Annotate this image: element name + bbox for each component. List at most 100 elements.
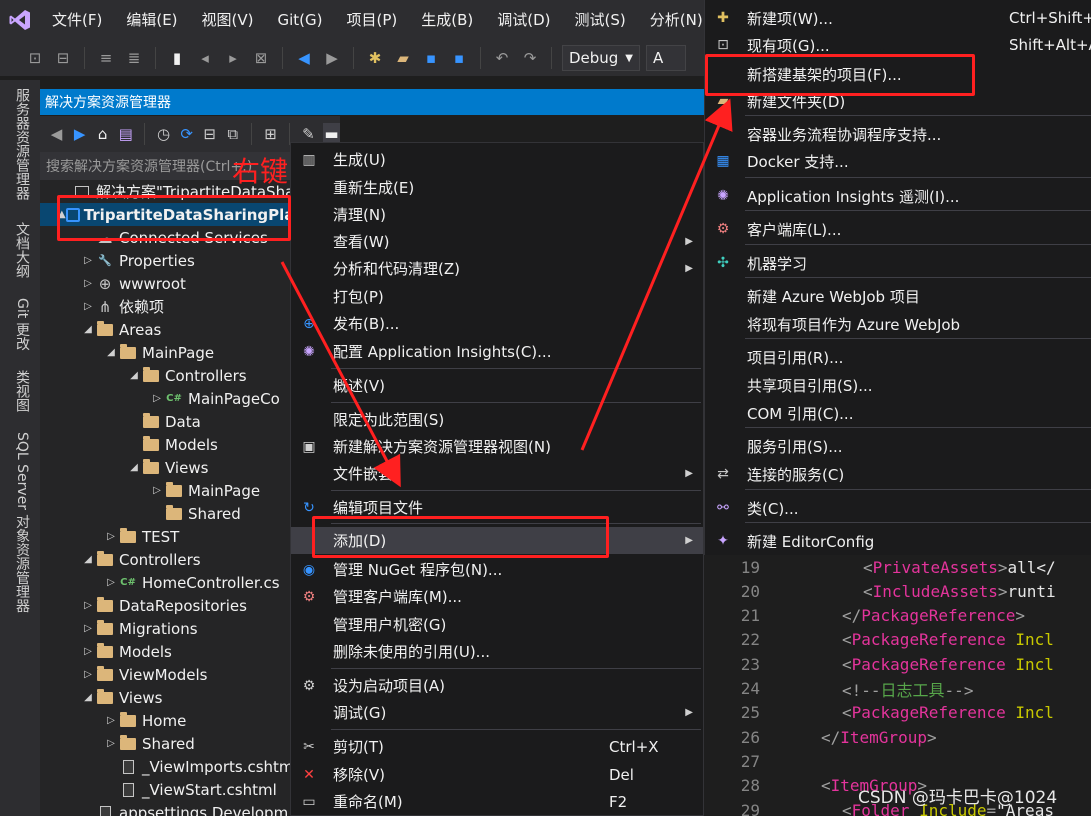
context-menu-item[interactable]: ✕ 移除(V) Del bbox=[291, 761, 703, 788]
add-submenu-item[interactable]: 容器业务流程协调程序支持... bbox=[705, 120, 1091, 148]
expand-chevron-icon[interactable]: ▷ bbox=[150, 393, 164, 404]
add-submenu-item[interactable]: 新建 Azure WebJob 项目 bbox=[705, 282, 1091, 310]
add-submenu-item[interactable]: ✣ 机器学习 bbox=[705, 249, 1091, 277]
tree-item[interactable]: ▷ C# HomeController.cs bbox=[40, 571, 279, 594]
expand-chevron-icon[interactable]: ◢ bbox=[104, 347, 118, 358]
expand-chevron-icon[interactable]: ◢ bbox=[81, 554, 95, 565]
menu-item-3[interactable]: Git(G) bbox=[266, 0, 335, 40]
preview-icon[interactable]: ⊞ bbox=[262, 123, 279, 145]
expand-chevron-icon[interactable]: ◢ bbox=[127, 370, 141, 381]
tree-item[interactable]: _ViewImports.cshtml bbox=[40, 755, 290, 778]
context-menu-item[interactable]: 限定为此范围(S) bbox=[291, 406, 703, 433]
tree-item[interactable]: ◢ MainPage bbox=[40, 341, 214, 364]
expand-chevron-icon[interactable]: ▷ bbox=[104, 715, 118, 726]
context-menu-item[interactable]: ⚙ 管理客户端库(M)... bbox=[291, 583, 703, 610]
tab-server-explorer[interactable]: 服务器资源管理器 bbox=[12, 88, 32, 200]
context-menu-item[interactable]: ✂ 剪切(T) Ctrl+X bbox=[291, 733, 703, 760]
expand-chevron-icon[interactable]: ▷ bbox=[81, 623, 95, 634]
menu-item-1[interactable]: 编辑(E) bbox=[114, 0, 189, 40]
add-submenu-item[interactable]: 项目引用(R)... bbox=[705, 343, 1091, 371]
tree-item[interactable]: ▷ TEST bbox=[40, 525, 179, 548]
context-menu-item[interactable]: ✺ 配置 Application Insights(C)... bbox=[291, 338, 703, 365]
tree-item[interactable]: ▷ ViewModels bbox=[40, 663, 207, 686]
tree-item[interactable]: ▷ Migrations bbox=[40, 617, 198, 640]
tree-item[interactable]: ▷ Home bbox=[40, 709, 186, 732]
tree-item[interactable]: _ViewStart.cshtml bbox=[40, 778, 277, 801]
tab-sql-server-explorer[interactable]: SQL Server 对象资源管理器 bbox=[12, 432, 32, 613]
comment-icon[interactable]: ⊡ bbox=[24, 47, 46, 69]
back-icon[interactable]: ◀ bbox=[48, 123, 65, 145]
expand-chevron-icon[interactable]: ▷ bbox=[104, 531, 118, 542]
back-icon[interactable]: ◀ bbox=[293, 47, 315, 69]
tree-item[interactable]: ◢ Views bbox=[40, 686, 162, 709]
indent-icon[interactable]: ≡ bbox=[95, 47, 117, 69]
expand-chevron-icon[interactable]: ▷ bbox=[81, 669, 95, 680]
menu-item-6[interactable]: 调试(D) bbox=[485, 0, 562, 40]
save-all-icon[interactable]: ▪ bbox=[448, 47, 470, 69]
visual-studio-logo-icon[interactable] bbox=[0, 0, 40, 40]
expand-chevron-icon[interactable]: ▷ bbox=[104, 577, 118, 588]
menu-item-5[interactable]: 生成(B) bbox=[409, 0, 485, 40]
add-submenu-item[interactable]: ⇄ 连接的服务(C) bbox=[705, 460, 1091, 488]
context-menu-item[interactable]: 重新生成(E) bbox=[291, 174, 703, 201]
uncomment-icon[interactable]: ⊟ bbox=[52, 47, 74, 69]
expand-chevron-icon[interactable]: ▷ bbox=[81, 278, 95, 289]
add-submenu-item[interactable]: ⚙ 客户端库(L)... bbox=[705, 215, 1091, 243]
context-menu-item[interactable]: 清理(N) bbox=[291, 201, 703, 228]
tree-item[interactable]: ▷ ⊕ wwwroot bbox=[40, 272, 186, 295]
expand-chevron-icon[interactable]: ◢ bbox=[81, 692, 95, 703]
add-submenu-item[interactable]: 将现有项目作为 Azure WebJob bbox=[705, 310, 1091, 338]
add-submenu-item[interactable]: ✺ Application Insights 遥测(I)... bbox=[705, 182, 1091, 210]
new-project-icon[interactable]: ✱ bbox=[364, 47, 386, 69]
clear-bookmarks-icon[interactable]: ⊠ bbox=[250, 47, 272, 69]
tree-item[interactable]: Models bbox=[40, 433, 218, 456]
expand-chevron-icon[interactable]: ▷ bbox=[150, 485, 164, 496]
tab-git-changes[interactable]: Git 更改 bbox=[12, 298, 32, 351]
switch-views-icon[interactable]: ▤ bbox=[117, 123, 134, 145]
add-submenu-item[interactable]: ✚ 新建项(W)... Ctrl+Shift+A bbox=[705, 4, 1091, 32]
prev-bookmark-icon[interactable]: ◂ bbox=[194, 47, 216, 69]
next-bookmark-icon[interactable]: ▸ bbox=[222, 47, 244, 69]
expand-chevron-icon[interactable]: ◢ bbox=[127, 462, 141, 473]
tab-class-view[interactable]: 类视图 bbox=[12, 370, 32, 412]
show-all-files-icon[interactable]: ⧉ bbox=[224, 123, 241, 145]
context-menu-item[interactable]: 概述(V) bbox=[291, 372, 703, 399]
history-icon[interactable]: ◷ bbox=[155, 123, 172, 145]
context-menu-item[interactable]: ▥ 生成(U) bbox=[291, 146, 703, 173]
tree-item[interactable]: Data bbox=[40, 410, 201, 433]
tree-item[interactable]: Shared bbox=[40, 502, 241, 525]
tree-item[interactable]: ▷ ⋔ 依赖项 bbox=[40, 295, 164, 318]
context-menu-item[interactable]: 文件嵌套 ▶ bbox=[291, 460, 703, 487]
context-menu-item[interactable]: 查看(W) ▶ bbox=[291, 228, 703, 255]
context-menu-item[interactable]: ⊕ 发布(B)... bbox=[291, 310, 703, 337]
context-menu-item[interactable]: 删除未使用的引用(U)... bbox=[291, 638, 703, 665]
tab-document-outline[interactable]: 文档大纲 bbox=[12, 222, 32, 278]
expand-chevron-icon[interactable]: ▷ bbox=[81, 301, 95, 312]
context-menu-item[interactable]: ⚙ 设为启动项目(A) bbox=[291, 672, 703, 699]
add-submenu-item[interactable]: ✦ 新建 EditorConfig bbox=[705, 527, 1091, 555]
tree-item[interactable]: ▷ C# MainPageCo bbox=[40, 387, 280, 410]
home-icon[interactable]: ⌂ bbox=[94, 123, 111, 145]
context-menu-item[interactable]: 打包(P) bbox=[291, 283, 703, 310]
expand-chevron-icon[interactable]: ◢ bbox=[81, 324, 95, 335]
collapse-all-icon[interactable]: ⊟ bbox=[201, 123, 218, 145]
expand-chevron-icon[interactable]: ▷ bbox=[81, 646, 95, 657]
expand-chevron-icon[interactable]: ▷ bbox=[104, 738, 118, 749]
tree-item[interactable]: ◢ Controllers bbox=[40, 548, 201, 571]
context-menu-item[interactable]: ◉ 管理 NuGet 程序包(N)... bbox=[291, 556, 703, 583]
add-submenu-item[interactable]: ▦ Docker 支持... bbox=[705, 147, 1091, 175]
tree-item[interactable]: ◢ Areas bbox=[40, 318, 161, 341]
forward-icon[interactable]: ▶ bbox=[71, 123, 88, 145]
open-file-icon[interactable]: ▰ bbox=[392, 47, 414, 69]
sync-icon[interactable]: ⟳ bbox=[178, 123, 195, 145]
context-menu-item[interactable]: 管理用户机密(G) bbox=[291, 611, 703, 638]
menu-item-7[interactable]: 测试(S) bbox=[563, 0, 638, 40]
undo-icon[interactable]: ↶ bbox=[491, 47, 513, 69]
context-menu-item[interactable]: ▣ 新建解决方案资源管理器视图(N) bbox=[291, 433, 703, 460]
add-submenu-item[interactable]: ⚯ 类(C)... bbox=[705, 494, 1091, 522]
tree-item[interactable]: ▷ Models bbox=[40, 640, 172, 663]
outdent-icon[interactable]: ≣ bbox=[123, 47, 145, 69]
context-menu-item[interactable]: 分析和代码清理(Z) ▶ bbox=[291, 255, 703, 282]
forward-icon[interactable]: ▶ bbox=[321, 47, 343, 69]
context-menu-item[interactable]: 调试(G) ▶ bbox=[291, 699, 703, 726]
